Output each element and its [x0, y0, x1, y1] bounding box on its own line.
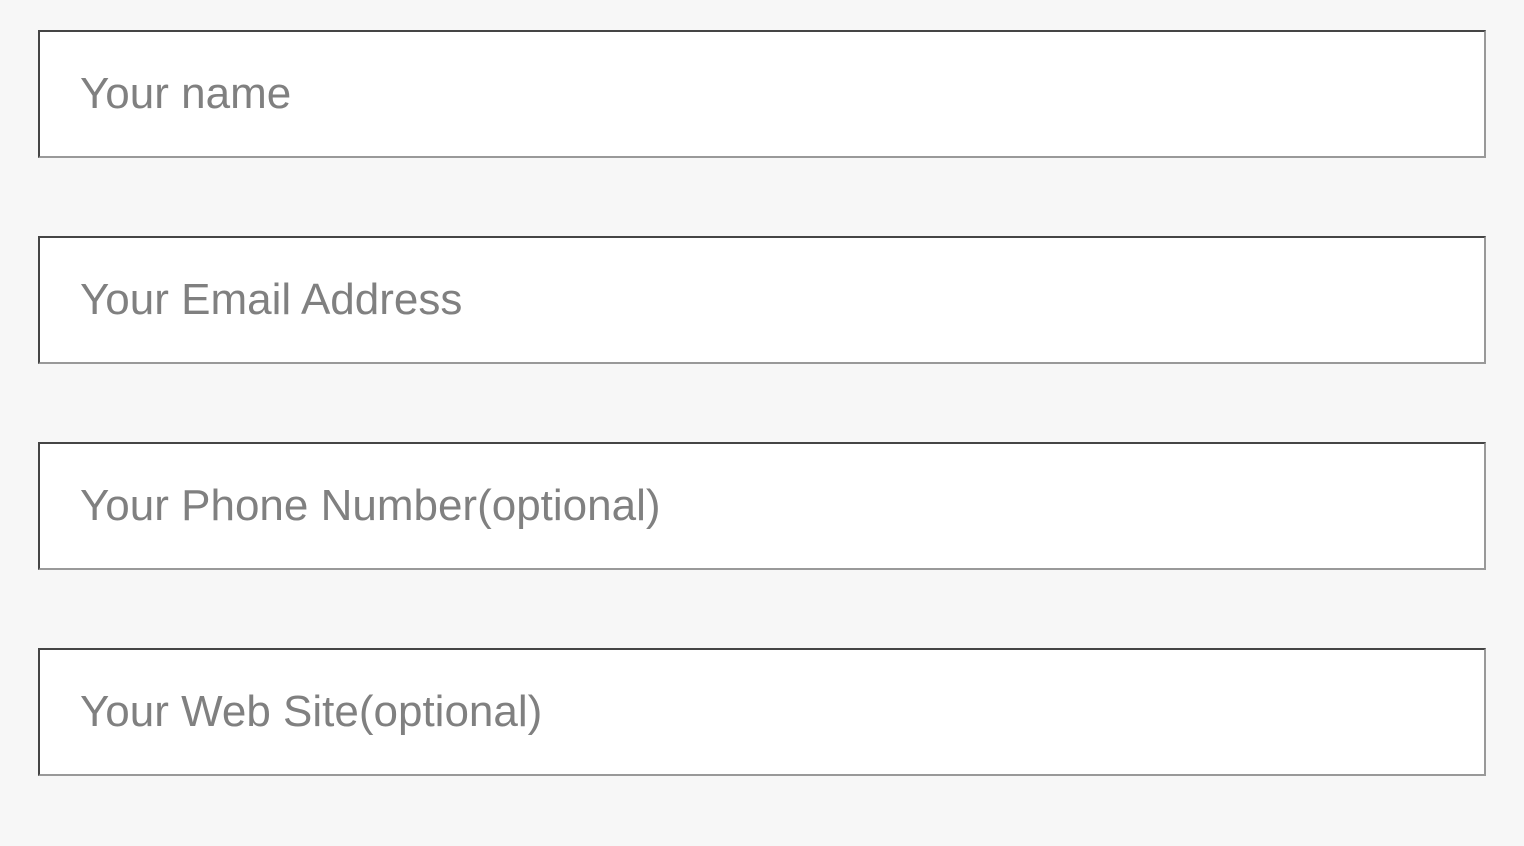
website-input[interactable]	[38, 648, 1486, 776]
name-input[interactable]	[38, 30, 1486, 158]
contact-form	[38, 30, 1486, 776]
email-input[interactable]	[38, 236, 1486, 364]
phone-input[interactable]	[38, 442, 1486, 570]
